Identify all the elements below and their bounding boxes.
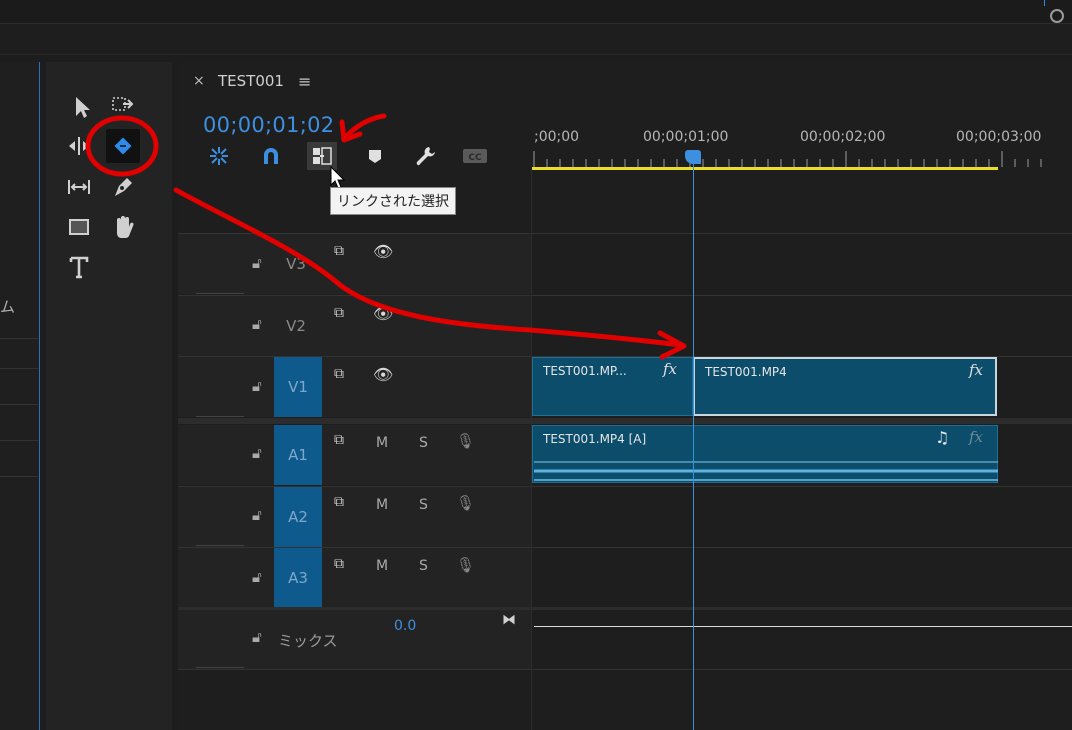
annotation-arrow-line (173, 187, 683, 348)
red-annotation-overlay (85, 113, 687, 360)
annotation-circle (85, 115, 159, 177)
annotation-small-arrow (342, 113, 387, 141)
